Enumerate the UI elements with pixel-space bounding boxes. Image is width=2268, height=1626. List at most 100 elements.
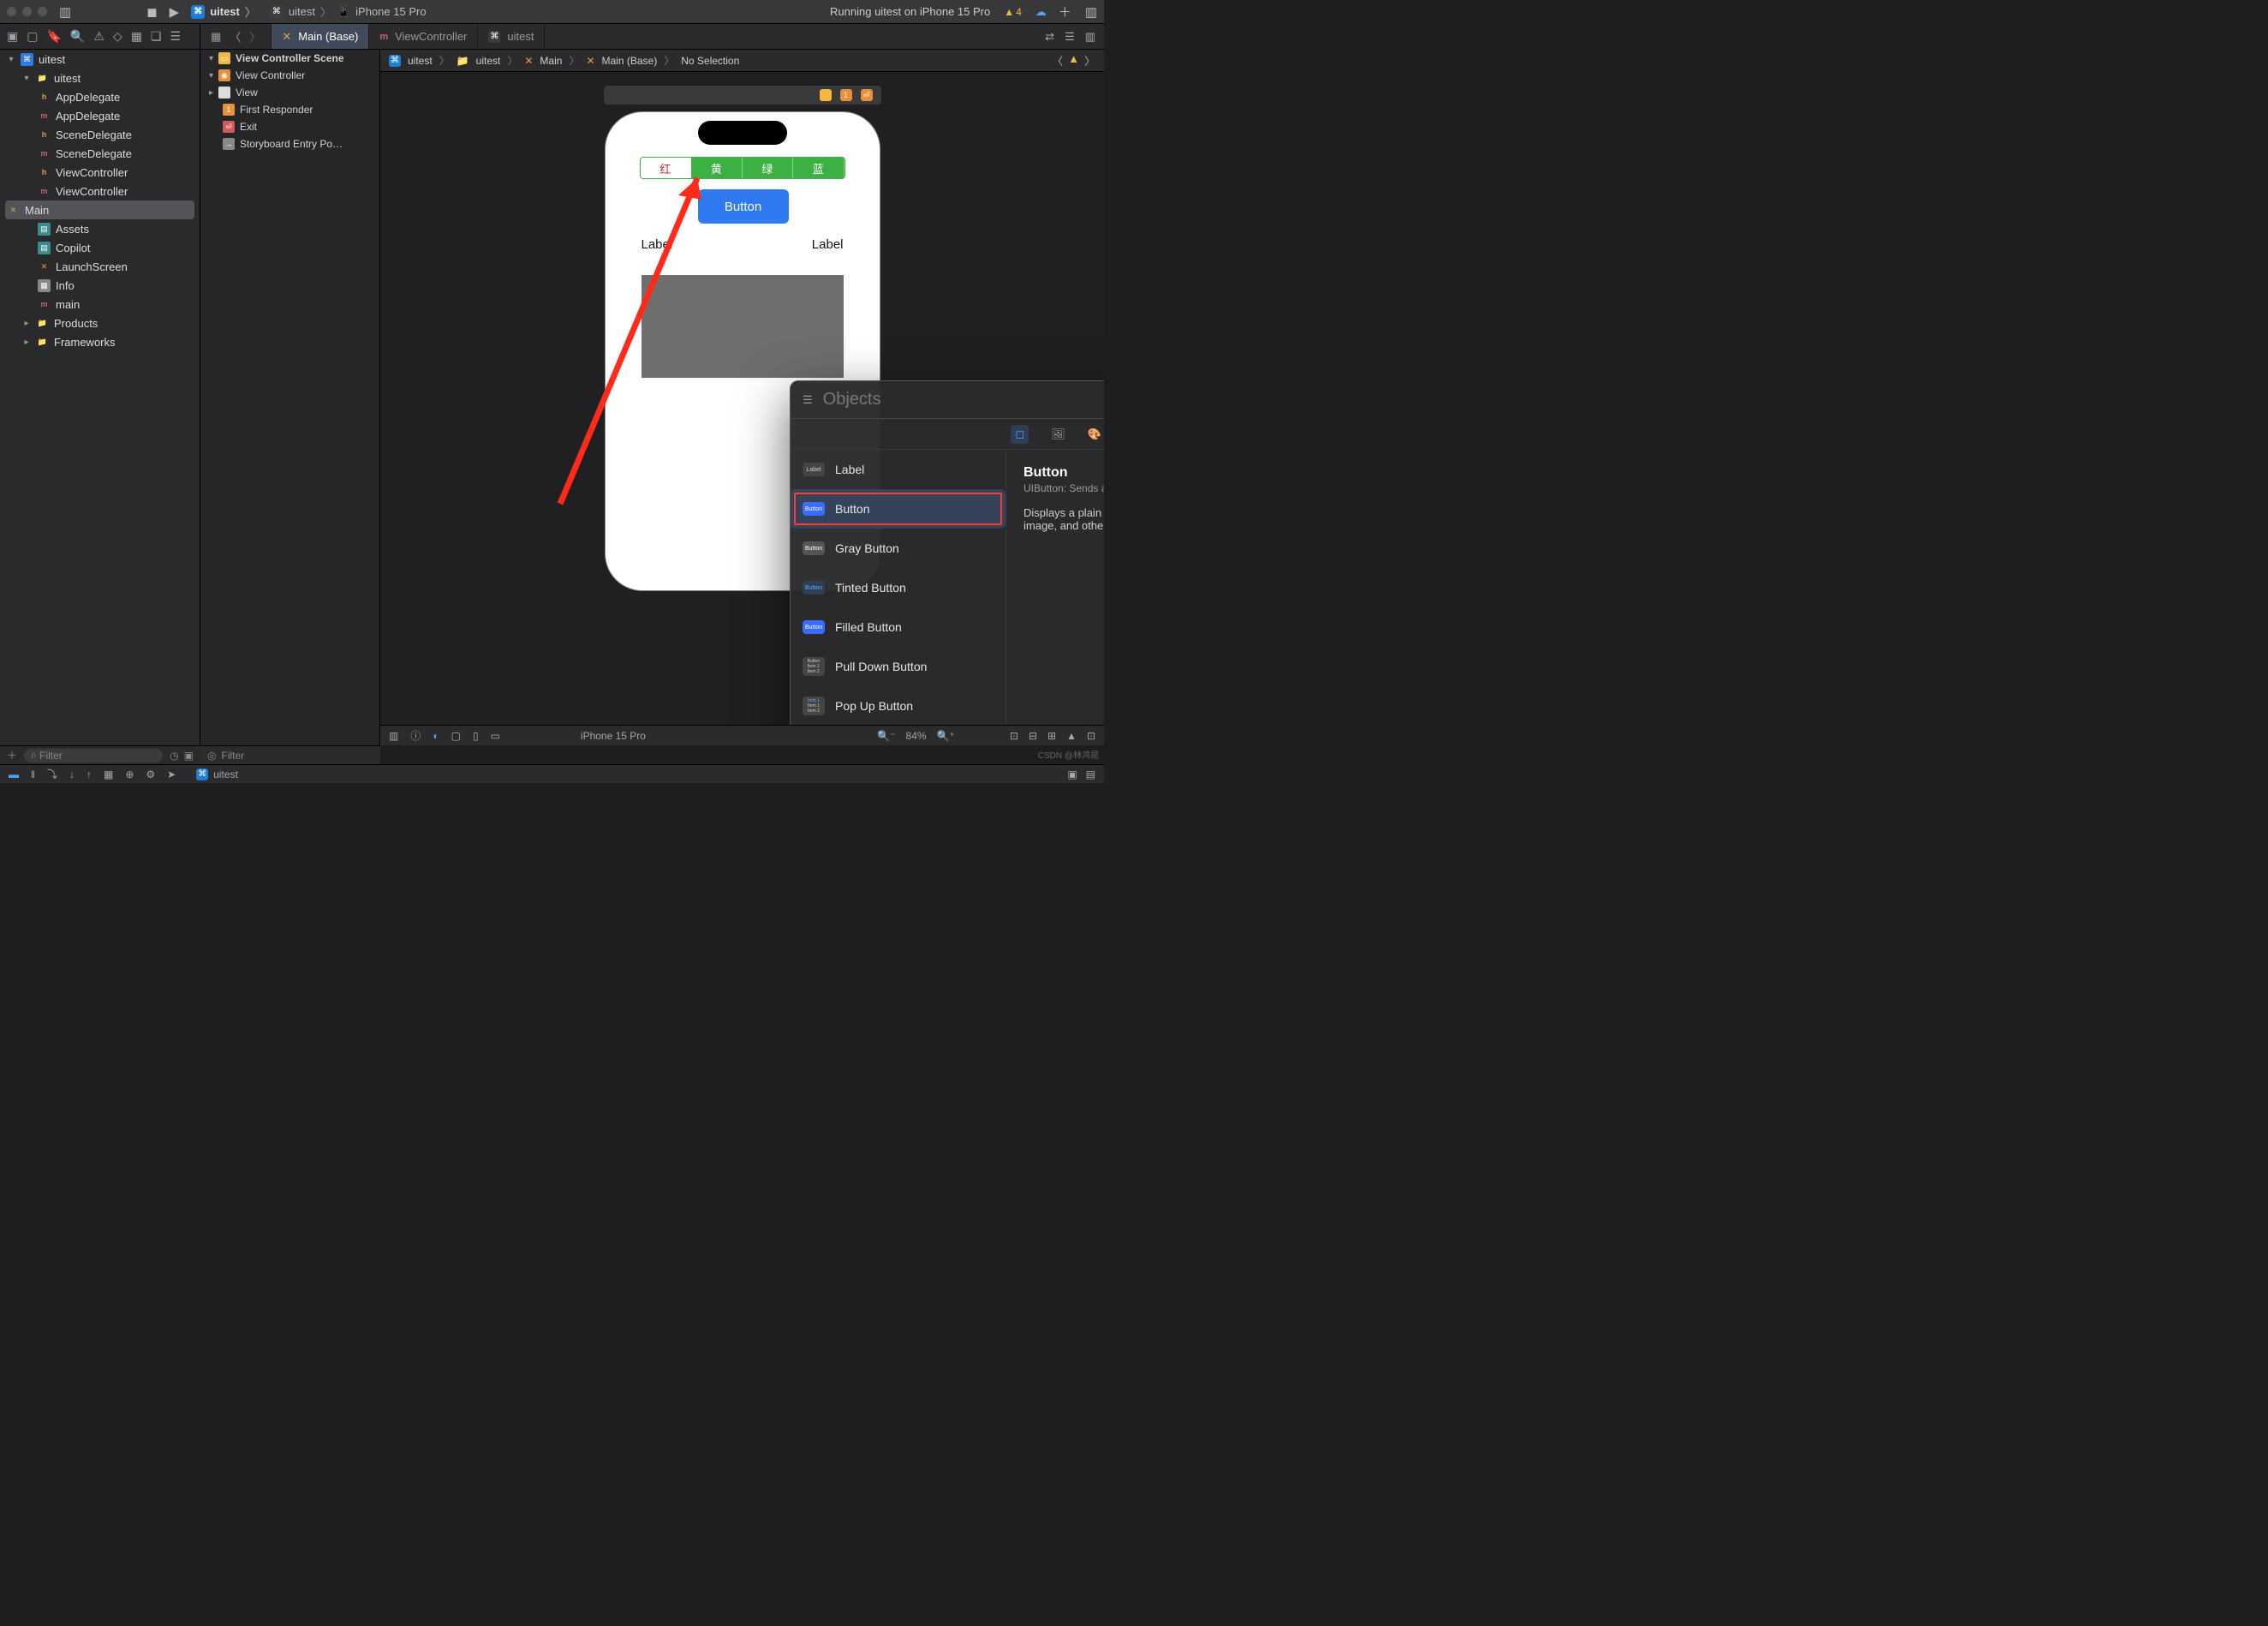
sidebar-toggle-icon[interactable]: ▥ <box>59 4 71 20</box>
library-add-icon[interactable]: ＋ <box>1059 3 1071 21</box>
env-overrides-icon[interactable]: ⚙ <box>146 768 155 780</box>
step-into-icon[interactable]: ↓ <box>69 768 75 780</box>
ui-button[interactable]: Button <box>698 189 789 224</box>
adjust-editor-icon[interactable]: ☰ <box>1065 30 1075 44</box>
crumb-item[interactable]: uitest <box>408 55 433 67</box>
segment[interactable]: 绿 <box>743 158 794 178</box>
run-destination[interactable]: ⌘ uitest 〉 📱 iPhone 15 Pro <box>270 3 427 20</box>
tree-row[interactable]: ✕LaunchScreen <box>0 257 200 276</box>
outline-row[interactable]: ▾▭View Controller Scene <box>200 50 379 67</box>
jump-bar[interactable]: ⌘ uitest〉 📁 uitest〉 ✕ Main〉 ✕ Main (Base… <box>380 50 1104 72</box>
constraints-icon-4[interactable]: ▲ <box>1066 730 1077 742</box>
tree-row[interactable]: ▸📁Frameworks <box>0 332 200 351</box>
debug-view-icon[interactable]: ▦ <box>104 768 113 780</box>
color-category-icon[interactable]: 🎨 <box>1088 427 1101 441</box>
find-navigator-icon[interactable]: 🔍 <box>70 29 85 44</box>
device-config-icon[interactable]: ▭ <box>491 730 500 742</box>
outline-row[interactable]: ⏎Exit <box>200 118 379 135</box>
stop-button[interactable]: ◼ <box>146 4 157 20</box>
bookmark-navigator-icon[interactable]: 🔖 <box>46 29 61 44</box>
debug-process[interactable]: ⌘ uitest <box>196 768 238 780</box>
tree-row[interactable]: ▤Assets <box>0 219 200 238</box>
segment[interactable]: 黄 <box>691 158 743 178</box>
segment[interactable]: 蓝 <box>793 158 845 178</box>
filter-icon[interactable]: ◎ <box>207 750 216 762</box>
device-selector[interactable]: iPhone 15 Pro <box>581 730 646 742</box>
related-items-icon[interactable]: ▦ <box>211 30 221 44</box>
debug-navigator-icon[interactable]: ▦ <box>131 29 142 44</box>
outline-row[interactable]: ▾◉View Controller <box>200 67 379 84</box>
zoom-level[interactable]: 84% <box>906 730 927 742</box>
prev-issue-icon[interactable]: 〈 <box>1052 52 1063 69</box>
filter-icon[interactable]: ☰ <box>803 393 813 407</box>
scene-dock[interactable]: 1 ⏎ <box>604 86 881 105</box>
constraints-icon-2[interactable]: ⊟ <box>1029 730 1037 742</box>
forward-icon[interactable]: 〉 <box>249 28 260 45</box>
next-issue-icon[interactable]: 〉 <box>1084 52 1095 69</box>
add-editor-icon[interactable]: ▥ <box>1085 30 1095 44</box>
minimap-toggle-icon[interactable]: ⇄ <box>1045 30 1054 44</box>
library-item-button[interactable]: ButtonButton <box>791 489 1006 529</box>
tab-main[interactable]: ✕ Main (Base) <box>272 24 369 49</box>
library-item-filled-button[interactable]: ButtonFilled Button <box>791 607 1006 647</box>
variables-view-icon[interactable]: ▣ <box>1067 768 1077 780</box>
tree-row[interactable]: ▤Copilot <box>0 238 200 257</box>
issue-navigator-icon[interactable]: ⚠ <box>93 29 104 44</box>
tree-row[interactable]: hSceneDelegate <box>0 125 200 144</box>
library-search-input[interactable] <box>823 390 1104 409</box>
segment[interactable]: 红 <box>641 158 692 178</box>
report-navigator-icon[interactable]: ☰ <box>170 29 181 44</box>
project-navigator-icon[interactable]: ▣ <box>7 29 18 44</box>
layout-icon[interactable]: ▯ <box>473 730 479 742</box>
cloud-status-icon[interactable]: ☁ <box>1036 5 1047 19</box>
library-item-pulldown[interactable]: ButtonItem 1Item 2Pull Down Button <box>791 647 1006 686</box>
window-traffic-lights[interactable] <box>7 7 47 16</box>
ui-view[interactable] <box>642 275 844 378</box>
exit-dock-icon[interactable]: ⏎ <box>861 89 873 101</box>
media-category-icon[interactable]: 🖼 <box>1051 427 1065 441</box>
source-control-navigator-icon[interactable]: ▢ <box>27 29 38 44</box>
tree-row[interactable]: mSceneDelegate <box>0 144 200 163</box>
run-button[interactable]: ▶ <box>170 4 180 20</box>
step-out-icon[interactable]: ↑ <box>87 768 92 780</box>
constraints-icon-5[interactable]: ⊡ <box>1087 730 1095 742</box>
warning-icon[interactable]: ▲ <box>1068 52 1079 69</box>
orientation-icon[interactable]: ▢ <box>451 730 461 742</box>
tree-row[interactable]: ▸📁Products <box>0 314 200 332</box>
library-item-gray-button[interactable]: ButtonGray Button <box>791 529 1006 568</box>
interface-builder-canvas[interactable]: ⌘ uitest〉 📁 uitest〉 ✕ Main〉 ✕ Main (Base… <box>380 50 1104 745</box>
add-icon[interactable]: ＋ <box>7 748 17 762</box>
outline-row[interactable]: 1First Responder <box>200 101 379 118</box>
pause-icon[interactable]: ‖ <box>31 768 35 780</box>
back-icon[interactable]: 〈 <box>230 28 241 45</box>
filter-placeholder[interactable]: Filter <box>221 750 373 762</box>
segmented-control[interactable]: 红 黄 绿 蓝 <box>640 157 845 179</box>
ui-label[interactable]: Label <box>642 237 673 252</box>
tree-row-selected[interactable]: ✕Main <box>5 200 194 219</box>
zoom-in-icon[interactable]: 🔍⁺ <box>937 730 955 742</box>
library-item-popup[interactable]: Item 1Item 1Item 2Pop Up Button <box>791 686 1006 726</box>
objects-category-icon[interactable]: ◻ <box>1011 425 1029 444</box>
zoom-out-icon[interactable]: 🔍⁻ <box>877 730 895 742</box>
vc-dock-icon[interactable] <box>820 89 832 101</box>
outline-toggle-icon[interactable]: ▥ <box>389 730 398 742</box>
project-filter-input[interactable]: ⌕ Filter <box>24 749 163 762</box>
tab-uitest[interactable]: ⌘ uitest <box>478 24 545 49</box>
hide-debug-icon[interactable]: ▬ <box>9 768 19 780</box>
tab-viewcontroller[interactable]: m ViewController <box>369 24 478 49</box>
first-responder-dock-icon[interactable]: 1 <box>840 89 852 101</box>
scheme-selector[interactable]: ⌘ uitest 〉 <box>191 3 256 20</box>
ui-label[interactable]: Label <box>812 237 844 252</box>
simulate-location-icon[interactable]: ➤ <box>167 768 176 780</box>
outline-row[interactable]: →Storyboard Entry Po… <box>200 135 379 152</box>
tree-row[interactable]: hAppDelegate <box>0 87 200 106</box>
constraints-icon-3[interactable]: ⊞ <box>1047 730 1056 742</box>
memory-graph-icon[interactable]: ⊕ <box>125 768 134 780</box>
appearance-icon[interactable]: ◐ <box>433 730 439 742</box>
breakpoint-navigator-icon[interactable]: ❏ <box>151 29 162 44</box>
tree-row[interactable]: ▾⌘uitest <box>0 50 200 69</box>
library-item-tinted-button[interactable]: ButtonTinted Button <box>791 568 1006 607</box>
test-navigator-icon[interactable]: ◇ <box>113 29 122 44</box>
library-item-label[interactable]: LabelLabel <box>791 450 1006 489</box>
outline-row[interactable]: ▸View <box>200 84 379 101</box>
